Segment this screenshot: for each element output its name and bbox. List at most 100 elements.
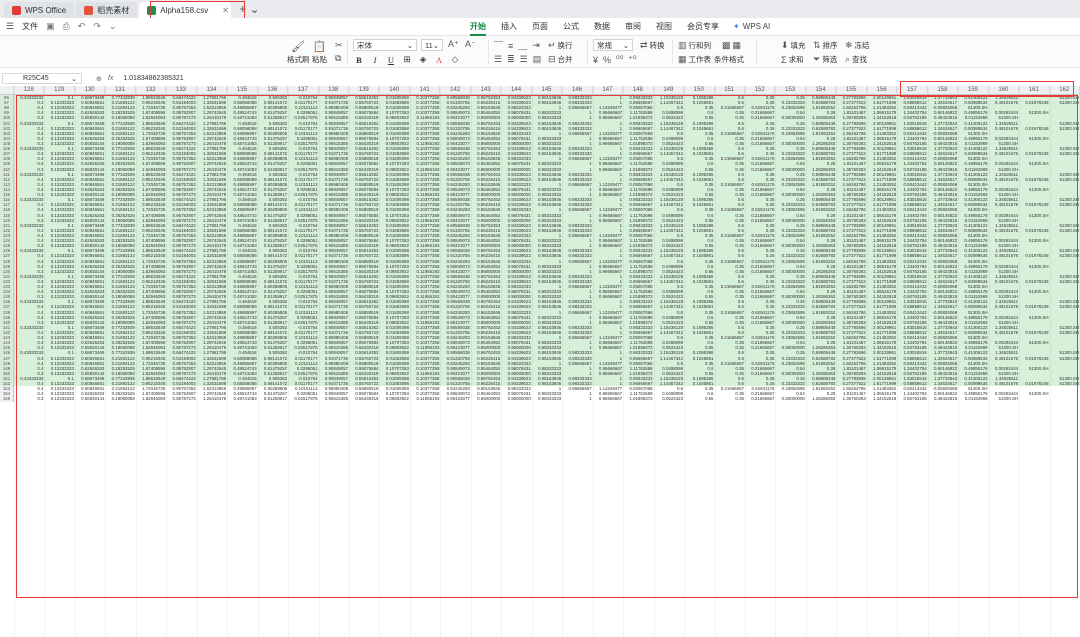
column-header[interactable]: 141 — [410, 86, 441, 95]
tab-1[interactable]: 开始 — [470, 21, 486, 36]
column-header[interactable]: 151 — [715, 86, 745, 95]
align-top-icon[interactable]: ⎺ — [494, 40, 503, 51]
grid-cell[interactable]: 0.01152969 — [958, 396, 988, 401]
grid-cell[interactable]: 1.34152618 — [867, 396, 897, 401]
currency-icon[interactable]: ¥ — [593, 55, 598, 65]
paste-button[interactable]: 📋 粘贴 — [312, 40, 327, 65]
tab-6[interactable]: 审阅 — [625, 21, 641, 32]
tab-4[interactable]: 公式 — [563, 21, 579, 32]
column-header[interactable]: 139 — [349, 86, 380, 95]
grid-cell[interactable]: 1.36760283 — [836, 396, 866, 401]
undo-icon[interactable]: ↶ — [78, 21, 86, 32]
column-header[interactable]: 131 — [105, 86, 136, 95]
tab-alpha158[interactable]: Alpha158.csv ✕ — [139, 2, 232, 18]
fx-icon[interactable]: fx — [108, 75, 113, 82]
sum-button[interactable]: Σ 求和 — [781, 54, 804, 65]
tab-7[interactable]: 视图 — [656, 21, 672, 32]
grid-cell[interactable]: 0.56430319 — [349, 396, 379, 401]
convert-button[interactable]: ⇄ 转换 — [640, 40, 665, 51]
fill-color-icon[interactable]: ◈ — [417, 54, 429, 65]
grid-cell[interactable]: 0.48741083 — [227, 396, 257, 401]
column-header[interactable]: 137 — [288, 86, 319, 95]
grid-cell[interactable]: 0.98333333 — [532, 396, 562, 401]
grid-cell[interactable]: 0.02517875 — [288, 396, 318, 401]
indent-icon[interactable]: ⇥ — [532, 40, 540, 51]
row-col-button[interactable]: ▥ 行和列 — [678, 40, 711, 51]
align-bottom-icon[interactable]: ⎽ — [518, 40, 527, 51]
column-header[interactable]: 158 — [928, 86, 959, 95]
grid-cell[interactable]: 0.90615385 — [319, 396, 349, 401]
grid-cell[interactable]: 1.52946093 — [136, 396, 166, 401]
print-icon[interactable]: ⎙ — [63, 21, 70, 32]
grid-cell[interactable]: 0.35 — [715, 396, 745, 401]
column-header[interactable]: 150 — [684, 86, 715, 95]
column-header[interactable]: 133 — [166, 86, 197, 95]
border-icon[interactable]: ⊞ — [401, 54, 413, 65]
percent-icon[interactable]: % — [603, 55, 611, 65]
column-header[interactable]: 157 — [897, 86, 928, 95]
grid-cell[interactable]: 0.95000000 — [471, 396, 501, 401]
grid-cell[interactable]: 0.49423815 — [928, 396, 958, 401]
column-header[interactable]: 155 — [836, 86, 867, 95]
align-left-icon[interactable]: ☰ — [494, 54, 502, 65]
font-color-icon[interactable]: A — [433, 55, 445, 65]
cell-style-icon[interactable]: ▩ — [722, 40, 731, 51]
column-header[interactable]: 143 — [471, 86, 502, 95]
grid-cell[interactable]: 0.11956193 — [410, 396, 440, 401]
grid-cell[interactable]: 0.86787273 — [166, 396, 196, 401]
zoom-icon[interactable]: ⊕ — [96, 75, 102, 83]
thousands-icon[interactable]: ⁰⁰ — [616, 54, 623, 65]
grid-cell[interactable]: 0.55 — [684, 396, 714, 401]
add-tab-button[interactable]: + ⌄ — [233, 2, 265, 18]
column-header[interactable]: 142 — [440, 86, 471, 95]
tab-wps-office[interactable]: WPS Office — [4, 2, 75, 18]
column-header[interactable]: 129 — [44, 86, 75, 95]
column-header[interactable]: 162 — [1050, 86, 1080, 95]
align-center-icon[interactable]: ≣ — [507, 54, 515, 65]
close-icon[interactable]: ✕ — [222, 6, 229, 15]
tab-docer[interactable]: 稻壳素材 — [76, 2, 138, 18]
tab-8[interactable]: 会员专享 — [687, 21, 719, 32]
column-header[interactable]: 140 — [379, 86, 410, 95]
name-box[interactable]: R25C45 ⌄ — [2, 73, 82, 84]
grid-cell[interactable]: 0.21666667 — [745, 396, 775, 401]
more-icon[interactable]: ⌄ — [109, 21, 117, 32]
column-header[interactable]: 159 — [958, 86, 989, 95]
grid-cell[interactable]: 51300.SH — [989, 396, 1019, 401]
column-header[interactable]: 128 — [14, 86, 45, 95]
spreadsheet-grid[interactable]: 128 129 130 131 132 133 134 135 136 137 138 139 140 1… — [0, 86, 1080, 637]
align-right-icon[interactable]: ☰ — [520, 54, 528, 65]
column-header[interactable]: 135 — [227, 86, 258, 95]
justify-icon[interactable]: ▤ — [533, 54, 542, 65]
redo-icon[interactable]: ↷ — [93, 21, 101, 32]
column-header[interactable]: 156 — [867, 86, 898, 95]
save-icon[interactable]: ▣ — [46, 21, 55, 32]
grid-cell[interactable]: 0.50000000 — [775, 396, 805, 401]
decimal-increase-icon[interactable]: ⁺⁰ — [628, 54, 636, 65]
column-header[interactable]: 148 — [623, 86, 654, 95]
column-header[interactable]: 152 — [745, 86, 776, 95]
format-painter-button[interactable]: 🖌 格式刷 — [287, 40, 310, 65]
column-header[interactable]: 154 — [806, 86, 837, 95]
row-number[interactable]: 155 — [0, 396, 14, 402]
grid-cell[interactable]: 0.55930144 — [75, 396, 105, 401]
conditional-format-button[interactable]: 条件格式 — [714, 54, 744, 65]
column-header[interactable]: 161 — [1019, 86, 1050, 95]
freeze-button[interactable]: ❄ 冻结 — [845, 40, 870, 51]
tab-5[interactable]: 数据 — [594, 21, 610, 32]
cut-icon[interactable]: ✂ — [335, 40, 343, 51]
font-size-select[interactable]: 11 ⌄ — [421, 39, 443, 51]
merge-button[interactable]: ⊟ 合并 — [548, 54, 573, 65]
tab-2[interactable]: 插入 — [501, 21, 517, 32]
column-header[interactable]: 138 — [319, 86, 350, 95]
grid-cell[interactable]: 0.3 — [14, 396, 44, 401]
bold-button[interactable]: B — [353, 55, 365, 65]
table-style-icon[interactable]: ▦ — [733, 40, 742, 51]
grid-cell[interactable]: 1.28286363 — [806, 396, 836, 401]
find-button[interactable]: ⌕ 查找 — [845, 54, 867, 65]
hamburger-icon[interactable]: ☰ — [6, 21, 14, 32]
column-header[interactable]: 160 — [989, 86, 1020, 95]
copy-icon[interactable]: ⧉ — [335, 53, 341, 64]
font-name-select[interactable]: 宋体 ⌄ — [353, 39, 417, 51]
formula-input[interactable]: 1.01834862385321 — [123, 75, 183, 82]
